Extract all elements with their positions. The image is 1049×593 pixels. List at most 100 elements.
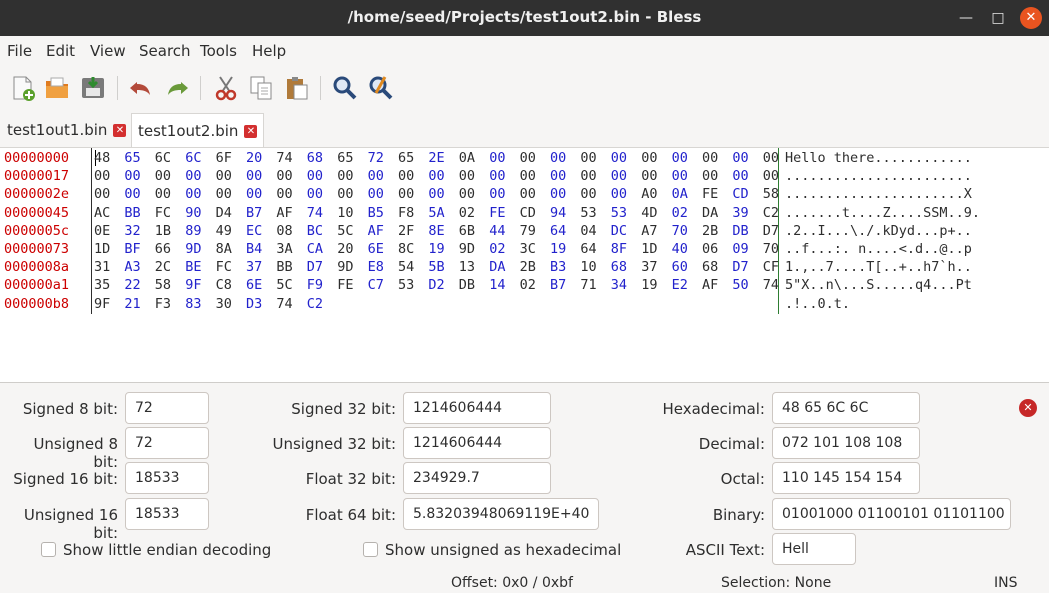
hex-byte[interactable]: FE xyxy=(489,204,511,222)
hex-byte[interactable]: 00 xyxy=(550,149,572,167)
hex-byte[interactable]: 74 xyxy=(276,149,298,167)
hex-byte[interactable]: 9D xyxy=(185,240,207,258)
hex-byte[interactable]: 02 xyxy=(520,276,542,294)
hex-byte[interactable]: BB xyxy=(124,204,146,222)
little-endian-checkbox[interactable] xyxy=(41,542,56,557)
hex-byte[interactable]: 00 xyxy=(94,185,116,203)
signed-16-bit-field[interactable]: 18533 xyxy=(125,462,209,494)
hex-byte[interactable]: 00 xyxy=(185,167,207,185)
hex-byte[interactable]: B7 xyxy=(246,204,268,222)
menu-file[interactable]: File xyxy=(7,42,32,60)
tab-test1out1[interactable]: test1out1.bin ✕ xyxy=(1,113,132,147)
hex-byte[interactable]: 70 xyxy=(672,222,694,240)
hex-byte[interactable]: FC xyxy=(216,258,238,276)
hex-byte[interactable]: DC xyxy=(611,222,633,240)
hex-byte[interactable]: 8F xyxy=(611,240,633,258)
hex-byte[interactable]: 00 xyxy=(94,167,116,185)
hex-byte[interactable]: CD xyxy=(732,185,754,203)
new-file-icon[interactable] xyxy=(9,74,37,102)
hex-byte[interactable]: DB xyxy=(459,276,481,294)
hex-byte[interactable]: 1B xyxy=(155,222,177,240)
hex-byte[interactable]: 00 xyxy=(216,185,238,203)
hex-byte[interactable]: AF xyxy=(702,276,724,294)
hex-byte[interactable]: 64 xyxy=(580,240,602,258)
hex-byte[interactable]: 71 xyxy=(580,276,602,294)
hex-byte[interactable]: 58 xyxy=(763,185,785,203)
hex-byte[interactable]: 00 xyxy=(732,149,754,167)
hex-byte[interactable]: 00 xyxy=(428,167,450,185)
ascii-row[interactable]: Hello there............ xyxy=(785,149,980,167)
hex-byte[interactable]: 13 xyxy=(459,258,481,276)
signed-8-bit-field[interactable]: 72 xyxy=(125,392,209,424)
menu-edit[interactable]: Edit xyxy=(46,42,75,60)
octal-field[interactable]: 110 145 154 154 xyxy=(772,462,920,494)
hex-byte[interactable]: 68 xyxy=(702,258,724,276)
hex-byte[interactable]: B3 xyxy=(550,258,572,276)
ascii-row[interactable]: 1.,..7....T[..+..h7`h.. xyxy=(785,258,980,276)
hex-row[interactable]: 1D BF 66 9D 8A B4 3A CA 20 6E 8C 19 9D 02 3C 19 64 8F 1D 40… xyxy=(94,240,779,258)
find-icon[interactable] xyxy=(331,74,359,102)
hex-byte[interactable]: 02 xyxy=(672,204,694,222)
hex-byte[interactable]: 6E xyxy=(246,276,268,294)
hex-row[interactable]: AC BB FC 90 D4 B7 AF 74 10 B5 F8 5A 02 FE CD 94 53 53 4D 02… xyxy=(94,204,779,222)
save-icon[interactable] xyxy=(79,74,107,102)
decimal-field[interactable]: 072 101 108 108 xyxy=(772,427,920,459)
unsigned-16-bit-field[interactable]: 18533 xyxy=(125,498,209,530)
hex-byte[interactable]: 19 xyxy=(641,276,663,294)
hex-byte[interactable]: 89 xyxy=(185,222,207,240)
hex-byte[interactable]: AF xyxy=(368,222,390,240)
hex-byte[interactable]: 8E xyxy=(428,222,450,240)
hex-byte[interactable]: 00 xyxy=(276,167,298,185)
hex-row[interactable]: 00 00 00 00 00 00 00 00 00 00 00 00 00 00 00 00 00 00 00 00… xyxy=(94,167,779,185)
hex-byte[interactable]: 00 xyxy=(398,167,420,185)
hex-byte[interactable]: 0A xyxy=(672,185,694,203)
hex-row[interactable]: 35 22 58 9F C8 6E 5C F9 FE C7 53 D2 DB 14 02 B7 71 34 19 E2… xyxy=(94,276,779,294)
hex-byte[interactable]: 40 xyxy=(672,240,694,258)
hex-byte[interactable]: 68 xyxy=(307,149,329,167)
hex-byte[interactable]: 00 xyxy=(276,185,298,203)
hex-byte[interactable]: D7 xyxy=(732,258,754,276)
hex-byte[interactable]: 5A xyxy=(428,204,450,222)
hex-byte[interactable]: 74 xyxy=(763,276,785,294)
hex-byte[interactable]: 21 xyxy=(124,295,146,313)
undo-icon[interactable] xyxy=(127,74,155,102)
hex-byte[interactable]: 65 xyxy=(124,149,146,167)
hex-byte[interactable]: 00 xyxy=(763,167,785,185)
hex-byte[interactable]: E8 xyxy=(368,258,390,276)
hex-byte[interactable]: CF xyxy=(763,258,785,276)
hex-byte[interactable]: 2C xyxy=(155,258,177,276)
ascii-row[interactable]: ......................X xyxy=(785,185,980,203)
find-replace-icon[interactable] xyxy=(367,74,395,102)
unsigned-8-bit-field[interactable]: 72 xyxy=(125,427,209,459)
hex-byte[interactable]: 65 xyxy=(398,149,420,167)
hex-byte[interactable]: 65 xyxy=(337,149,359,167)
hex-byte[interactable]: 49 xyxy=(216,222,238,240)
hex-byte[interactable]: 00 xyxy=(216,167,238,185)
ascii-row[interactable]: 5"X..n\...S.....q4...Pt xyxy=(785,276,980,294)
hex-byte[interactable]: 37 xyxy=(641,258,663,276)
hex-row[interactable]: 48 65 6C 6C 6F 20 74 68 65 72 65 2E 0A 00 00 00 00 00 00 00… xyxy=(94,149,779,167)
hex-byte[interactable]: F3 xyxy=(155,295,177,313)
close-tab-icon[interactable]: ✕ xyxy=(244,125,258,138)
hex-byte[interactable]: 00 xyxy=(185,185,207,203)
hex-byte[interactable]: 32 xyxy=(124,222,146,240)
hex-byte[interactable]: 00 xyxy=(520,167,542,185)
hexadecimal-field[interactable]: 48 65 6C 6C xyxy=(772,392,920,424)
copy-icon[interactable] xyxy=(247,74,275,102)
tab-test1out2[interactable]: test1out2.bin ✕ xyxy=(131,113,265,147)
hex-byte[interactable]: 9D xyxy=(459,240,481,258)
hex-byte[interactable]: 31 xyxy=(94,258,116,276)
hex-byte[interactable]: 00 xyxy=(580,185,602,203)
hex-byte[interactable]: 00 xyxy=(398,185,420,203)
hex-byte[interactable]: 50 xyxy=(732,276,754,294)
menu-tools[interactable]: Tools xyxy=(200,42,237,60)
hex-byte[interactable]: 00 xyxy=(124,167,146,185)
ascii-text-field[interactable]: Hell xyxy=(772,533,856,565)
hex-byte[interactable]: A0 xyxy=(641,185,663,203)
ascii-column[interactable]: Hello there.............................… xyxy=(785,149,980,313)
hex-byte[interactable]: D7 xyxy=(763,222,785,240)
hex-byte[interactable]: 6B xyxy=(459,222,481,240)
hex-byte[interactable]: 00 xyxy=(337,167,359,185)
hex-byte[interactable]: 08 xyxy=(276,222,298,240)
hex-editor-area[interactable]: 00000000 00000017 0000002e 00000045 0000005c… xyxy=(0,147,1049,383)
